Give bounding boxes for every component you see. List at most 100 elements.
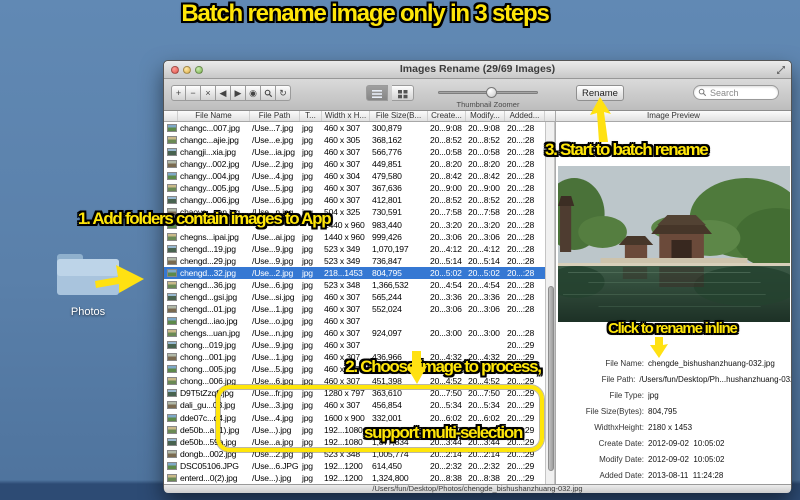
cell-added: 20...:29	[507, 448, 535, 459]
cell-wh: 504 x 325	[324, 207, 360, 218]
row-thumbnail	[167, 449, 177, 458]
column-header[interactable]: File Path	[250, 111, 300, 121]
titlebar[interactable]: Images Rename (29/69 Images)	[164, 61, 791, 79]
cell-wh: 192...1080	[324, 436, 363, 447]
folder-label: Photos	[70, 306, 106, 318]
table-row[interactable]: chong...006.jpg/Use...6.jpg jpg 460 x 307 4…	[164, 375, 545, 387]
table-row[interactable]: de50b...59a.jpg/Use...a.jpg jpg 192...1080…	[164, 436, 545, 448]
table-row[interactable]: dde07c...d4.jpg/Use...4.jpg jpg 1600 x 900…	[164, 412, 545, 424]
eye-button[interactable]: ◉	[246, 85, 261, 101]
thumbnail-zoomer-slider[interactable]	[438, 87, 538, 98]
table-row[interactable]: chengd...36.jpg/Use...6.jpg jpg 523 x 348 1…	[164, 279, 545, 291]
table-row[interactable]: DSC05106.JPG/Use...6.JPG jpg 192...1200 614…	[164, 460, 545, 472]
back-button[interactable]: ◀	[216, 85, 231, 101]
refresh-button[interactable]: ↻	[276, 85, 291, 101]
photos-folder[interactable]: Photos	[52, 250, 124, 318]
table-row[interactable]: chengd...gsi.jpg/Use...si.jpg jpg 460 x 30…	[164, 291, 545, 303]
field-value: 2012-09-02 10:05:02	[648, 438, 725, 448]
column-header[interactable]: T...	[300, 111, 322, 121]
table-row[interactable]: chengd...01.jpg/Use...1.jpg jpg 460 x 307 5…	[164, 303, 545, 315]
search-button[interactable]	[261, 85, 276, 101]
cell-modify: 20...5:14	[468, 255, 500, 266]
fullscreen-icon[interactable]	[776, 65, 786, 75]
table-row[interactable]: changy...006.jpg/Use...6.jpg jpg 460 x 307…	[164, 194, 545, 206]
column-header[interactable]: File Name	[178, 111, 250, 121]
scrollbar[interactable]	[545, 122, 555, 484]
table-row[interactable]: chong...019.jpg/Use...9.jpg jpg 460 x 307 2…	[164, 339, 545, 351]
table-row[interactable]: chengd...iao.jpg/Use...o.jpg jpg 460 x 307	[164, 315, 545, 327]
field-value: 2013-08-11 11:24:28	[648, 470, 724, 480]
cell-modify: 20...3:44	[468, 436, 500, 447]
table-row[interactable]: changc...007.jpg/Use...7.jpg jpg 460 x 307…	[164, 122, 545, 134]
cell-type: jpg	[302, 436, 313, 447]
column-header[interactable]: File Size(B...	[370, 111, 428, 121]
table-row[interactable]: chegns...ipai.jpg/Use...ai.jpg jpg 1440 x …	[164, 231, 545, 243]
cell-added: 20...:28	[507, 303, 535, 314]
cell-create: 20...8:52	[430, 135, 462, 146]
list-view-button[interactable]	[366, 85, 388, 101]
cell-wh: 460 x 307	[324, 328, 360, 339]
cell-size: 1,877,834	[372, 424, 409, 435]
table-row[interactable]: dongb...002.jpg/Use...2.jpg jpg 523 x 348 1…	[164, 448, 545, 460]
table-row[interactable]: changy...004.jpg/Use...4.jpg jpg 460 x 304…	[164, 170, 545, 182]
preview-field-row: Modify Date: 2012-09-02 10:05:02	[556, 451, 791, 467]
cell-size: 1,070,197	[372, 243, 409, 254]
folder-icon	[57, 254, 119, 295]
cell-size: 436,966	[372, 352, 402, 363]
cell-modify: 20...5:34	[468, 400, 500, 411]
table-row[interactable]: 1440 x 960 983,440 20...3:20 20...3:20 20...…	[164, 219, 545, 231]
table-row[interactable]: changji...xia.jpg/Use...ia.jpg jpg 460 x 3…	[164, 146, 545, 158]
column-header[interactable]: Width x H...	[322, 111, 370, 121]
table-row[interactable]: changc...ajie.jpg/Use...e.jpg jpg 460 x 30…	[164, 134, 545, 146]
remove-button[interactable]: −	[186, 85, 201, 101]
scrollbar-thumb[interactable]	[547, 286, 554, 471]
table-row[interactable]: chengd...19.jpg/Use...9.jpg jpg 523 x 349 1…	[164, 243, 545, 255]
cell-type: jpg	[302, 352, 313, 363]
cell-size: 565,244	[372, 291, 402, 302]
table-row[interactable]: enterd...0(2).jpg/Use...).jpg jpg 192...12…	[164, 472, 545, 484]
table-row[interactable]: changy...005.jpg/Use...5.jpg jpg 460 x 307…	[164, 182, 545, 194]
cell-type: jpg	[302, 147, 313, 158]
table-row[interactable]: chengd...32.jpg/Use...2.jpg jpg 218...1453…	[164, 266, 545, 279]
cell-added: 20...:29	[507, 340, 535, 351]
cell-name: chengd...32.jpg	[180, 267, 236, 278]
column-header[interactable]: Modify...	[466, 111, 505, 121]
column-header[interactable]: Added...	[505, 111, 545, 121]
forward-button[interactable]: ▶	[231, 85, 246, 101]
row-thumbnail	[167, 184, 177, 193]
column-header[interactable]: Create...	[428, 111, 466, 121]
cell-type: jpg	[302, 328, 313, 339]
table-row[interactable]: chong...001.jpg/Use...1.jpg jpg 460 x 307 4…	[164, 351, 545, 363]
delete-button[interactable]: ×	[201, 85, 216, 101]
cell-name: chengs...uan.jpg	[180, 328, 240, 339]
rename-button[interactable]: Rename	[576, 85, 624, 101]
cell-create: 20...5:14	[430, 255, 462, 266]
cell-create: 20...9:08	[430, 123, 462, 134]
grid-view-button[interactable]	[392, 85, 415, 101]
field-value[interactable]: chengde_bishushanzhuang-032.jpg	[648, 359, 775, 368]
add-button[interactable]: +	[171, 85, 186, 101]
cell-modify: 20...4:52	[468, 376, 500, 387]
search-field[interactable]: Search	[693, 85, 779, 100]
cell-name: D9T5tZzqfr.jpg	[180, 388, 234, 399]
table-row[interactable]: chengd...29.jpg/Use...9.jpg jpg 523 x 349 7…	[164, 255, 545, 267]
table-row[interactable]: chengs...uan.jpg/Use...n.jpg jpg 460 x 307…	[164, 327, 545, 339]
table-row[interactable]: de50b...a (1).jpg/Use...).jpg jpg 192...10…	[164, 424, 545, 436]
table-row[interactable]: chaoya...uan.jpg/Use...n.jpg jpg 504 x 325…	[164, 206, 545, 218]
slider-knob[interactable]	[486, 87, 498, 98]
table-row[interactable]: dali_gu...03.jpg/Use...3.jpg jpg 460 x 307…	[164, 399, 545, 411]
row-thumbnail	[167, 401, 177, 410]
cell-name: chengd...gsi.jpg	[180, 291, 237, 302]
cell-size: 456,854	[372, 400, 402, 411]
cell-type: jpg	[302, 255, 313, 266]
cell-modify: 20...5:08	[468, 364, 500, 375]
row-thumbnail	[167, 160, 177, 169]
table-row[interactable]: D9T5tZzqfr.jpg/Use...fr.jpg jpg 1280 x 797…	[164, 387, 545, 399]
cell-size: 614,450	[372, 460, 402, 471]
table-row[interactable]: chong...005.jpg/Use...5.jpg jpg 460 x 307 3…	[164, 363, 545, 375]
cell-added: 20...:29	[507, 364, 535, 375]
cell-wh: 460 x 305	[324, 135, 360, 146]
table-row[interactable]: changy...002.jpg/Use...2.jpg jpg 460 x 307…	[164, 158, 545, 170]
cell-modify: 20...3:36	[468, 291, 500, 302]
cell-added: 20...:28	[507, 147, 535, 158]
